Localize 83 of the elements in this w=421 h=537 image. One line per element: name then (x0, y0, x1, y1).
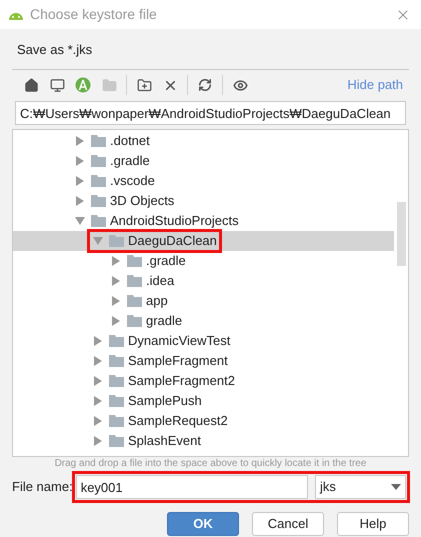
folder-name: SampleFragment2 (128, 372, 235, 390)
tree-row[interactable]: 3D Objects (13, 191, 394, 211)
folder-icon (109, 235, 124, 247)
folder-name: SplashEvent (128, 432, 201, 450)
new-folder-icon (136, 78, 152, 92)
ok-button[interactable]: OK (167, 512, 239, 536)
tree-row[interactable]: .gradle (13, 151, 394, 171)
dropdown-arrow-icon (391, 484, 401, 490)
tree-row[interactable]: AndroidStudioProjects (13, 211, 394, 231)
folder-icon (127, 255, 142, 267)
folder-name: AndroidStudioProjects (110, 212, 239, 230)
tree-row[interactable]: SampleFragment2 (13, 371, 394, 391)
folder-name: .vscode (110, 172, 155, 190)
dialog-button[interactable]: Cancel (252, 512, 324, 536)
folder-name: SamplePush (128, 392, 202, 410)
collapsed-arrow-icon[interactable] (75, 156, 85, 166)
collapsed-arrow-icon[interactable] (75, 196, 85, 206)
folder-name: 3D Objects (110, 192, 174, 210)
folder-icon (91, 155, 106, 167)
tree-row[interactable]: .vscode (13, 171, 394, 191)
tree-row[interactable]: .gradle (13, 251, 394, 271)
collapsed-arrow-icon[interactable] (93, 396, 103, 406)
collapsed-arrow-icon[interactable] (93, 376, 103, 386)
file-type-dropdown[interactable]: jks (315, 475, 406, 499)
tree-row[interactable]: app (13, 291, 394, 311)
scrollbar-thumb[interactable] (397, 202, 406, 266)
folder-name: .dotnet (110, 132, 150, 150)
tree-row[interactable]: .dotnet (13, 131, 394, 151)
collapsed-arrow-icon[interactable] (93, 356, 103, 366)
file-name-label: File name: (12, 478, 73, 496)
folder-icon (127, 275, 142, 287)
collapsed-arrow-icon[interactable] (75, 176, 85, 186)
show-hidden-icon (232, 78, 248, 92)
folder-name: gradle (146, 312, 182, 330)
folder-icon (91, 195, 106, 207)
refresh-icon (198, 78, 212, 92)
folder-icon (109, 435, 124, 447)
folder-name: SampleRequest2 (128, 412, 228, 430)
android-studio-icon (75, 77, 91, 93)
folder-icon (109, 415, 124, 427)
folder-name: SampleFragment (128, 352, 228, 370)
expanded-arrow-icon[interactable] (75, 216, 85, 226)
folder-icon (109, 395, 124, 407)
tree-row[interactable]: .idea (13, 271, 394, 291)
folder-name: .gradle (110, 152, 150, 170)
folder-icon (109, 375, 124, 387)
tree-row[interactable]: SplashEvent (13, 431, 394, 451)
folder-icon (127, 295, 142, 307)
tree-row[interactable]: gradle (13, 311, 394, 331)
collapsed-arrow-icon[interactable] (111, 316, 121, 326)
collapsed-arrow-icon[interactable] (93, 336, 103, 346)
collapsed-arrow-icon[interactable] (111, 276, 121, 286)
desktop-icon (50, 78, 64, 92)
folder-name: DynamicViewTest (128, 332, 230, 350)
folder-name: .gradle (146, 252, 186, 270)
tree-row[interactable]: DaeguDaClean (13, 231, 394, 251)
collapsed-arrow-icon[interactable] (93, 436, 103, 446)
folder-icon (109, 355, 124, 367)
tree-row[interactable]: SampleFragment (13, 351, 394, 371)
home-icon (24, 78, 38, 92)
collapsed-arrow-icon[interactable] (111, 256, 121, 266)
window-title: Choose keystore file (30, 5, 158, 24)
dialog-button[interactable]: Help (337, 512, 409, 536)
file-name-field[interactable]: key001 (76, 475, 308, 499)
collapsed-arrow-icon[interactable] (75, 136, 85, 146)
expanded-arrow-icon[interactable] (93, 236, 103, 246)
folder-name: DaeguDaClean (128, 232, 217, 250)
dialog-description: Save as *.jks (17, 42, 92, 57)
folder-name: app (146, 292, 168, 310)
path-field[interactable]: C:₩Users₩wonpaper₩AndroidStudioProjects₩DaeguDaClean (15, 101, 406, 125)
tree-row[interactable]: SampleRequest2 (13, 411, 394, 431)
folder-icon (109, 335, 124, 347)
folder-icon (91, 215, 106, 227)
folder-icon (91, 175, 106, 187)
drag-drop-hint: Drag and drop a file into the space above to quickly locate it in the tree (54, 457, 366, 471)
folder-icon (102, 78, 116, 92)
folder-icon (91, 135, 106, 147)
folder-icon (127, 315, 142, 327)
folder-name: .idea (146, 272, 174, 290)
collapsed-arrow-icon[interactable] (111, 296, 121, 306)
collapsed-arrow-icon[interactable] (93, 416, 103, 426)
tree-row[interactable]: DynamicViewTest (13, 331, 394, 351)
tree-row[interactable]: SamplePush (13, 391, 394, 411)
